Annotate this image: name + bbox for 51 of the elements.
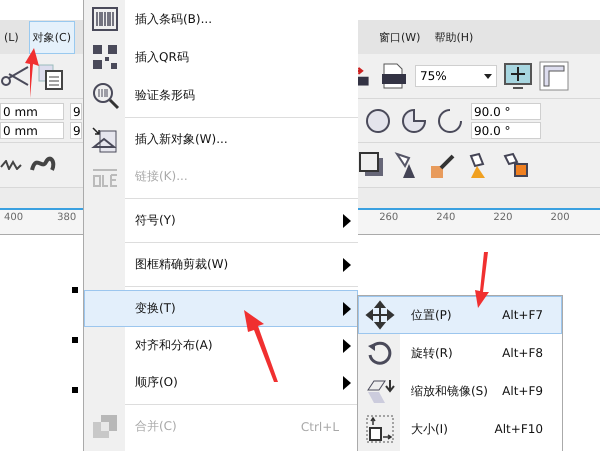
annotation-arrow <box>244 310 280 382</box>
smart-fill-icon <box>501 150 531 180</box>
menu-item[interactable]: 位置(P) Alt+F7 <box>358 296 562 334</box>
ruler-label: 240 <box>436 211 456 223</box>
move-arrows-icon <box>365 300 395 330</box>
freehand-icon <box>0 160 22 170</box>
shortcut-text: Alt+F10 <box>494 422 544 436</box>
ruler-label: 380 <box>57 211 76 223</box>
menu-item[interactable]: 符号(Y) <box>84 202 358 239</box>
menu-item[interactable]: 插入QR码 <box>84 38 358 76</box>
ruler-label: 260 <box>379 211 398 223</box>
selection-handle[interactable] <box>72 287 78 293</box>
menu-item[interactable]: 大小(I) Alt+F10 <box>358 410 562 448</box>
shortcut-text: Alt+F7 <box>502 308 544 322</box>
size-field[interactable]: 0 mm <box>0 102 64 120</box>
qr-code-icon <box>90 42 120 72</box>
menu-item[interactable]: 缩放和镜像(S) Alt+F9 <box>358 372 562 410</box>
menu-bar-item[interactable]: 对象(C) <box>28 20 75 54</box>
menu-bar-item[interactable]: 窗口(W) <box>374 20 424 54</box>
menu-item[interactable]: 插入新对象(W)... <box>84 121 358 158</box>
angle-field[interactable]: 90.0 ° <box>471 102 541 120</box>
magnifier-barcode-icon <box>90 80 120 110</box>
size-field[interactable]: 9 <box>70 122 82 138</box>
ruler-label: 220 <box>493 211 512 223</box>
selection-handle[interactable] <box>72 337 78 343</box>
shortcut-text: Alt+F9 <box>502 384 544 398</box>
ruler-icon <box>539 61 569 91</box>
menu-item[interactable]: 插入条码(B)... <box>84 0 358 38</box>
angle-field[interactable]: 90.0 ° <box>471 122 541 138</box>
size-field[interactable]: 0 mm <box>0 122 64 138</box>
menu-item[interactable]: 验证条形码 <box>84 76 358 114</box>
selection-handle[interactable] <box>72 387 78 393</box>
full-screen-icon <box>503 61 533 91</box>
resize-icon <box>365 414 395 444</box>
menu-item[interactable]: 图框精确剪裁(W) <box>84 246 358 283</box>
dropdown-caret-icon <box>484 74 492 78</box>
zoom-select[interactable]: 75% <box>415 65 497 87</box>
barcode-icon <box>90 4 120 34</box>
shortcut-text: Ctrl+L <box>300 420 340 434</box>
menu-item[interactable]: 对齐和分布(A) <box>84 327 358 364</box>
annotation-arrow <box>472 252 492 308</box>
shortcut-text: Alt+F8 <box>502 346 544 360</box>
annotation-arrow <box>22 48 42 98</box>
ruler-label: 400 <box>4 211 24 223</box>
menu-bar-item[interactable]: (L) <box>0 22 23 52</box>
size-field[interactable]: 9 <box>70 102 82 120</box>
ruler-label: 200 <box>550 211 570 223</box>
menu-item[interactable]: 旋转(R) Alt+F8 <box>358 334 562 372</box>
menu-bar-item[interactable]: 帮助(H) <box>430 20 478 54</box>
menu-item[interactable]: 顺序(O) <box>84 364 358 401</box>
menu-item[interactable]: 变换(T) <box>84 290 358 327</box>
